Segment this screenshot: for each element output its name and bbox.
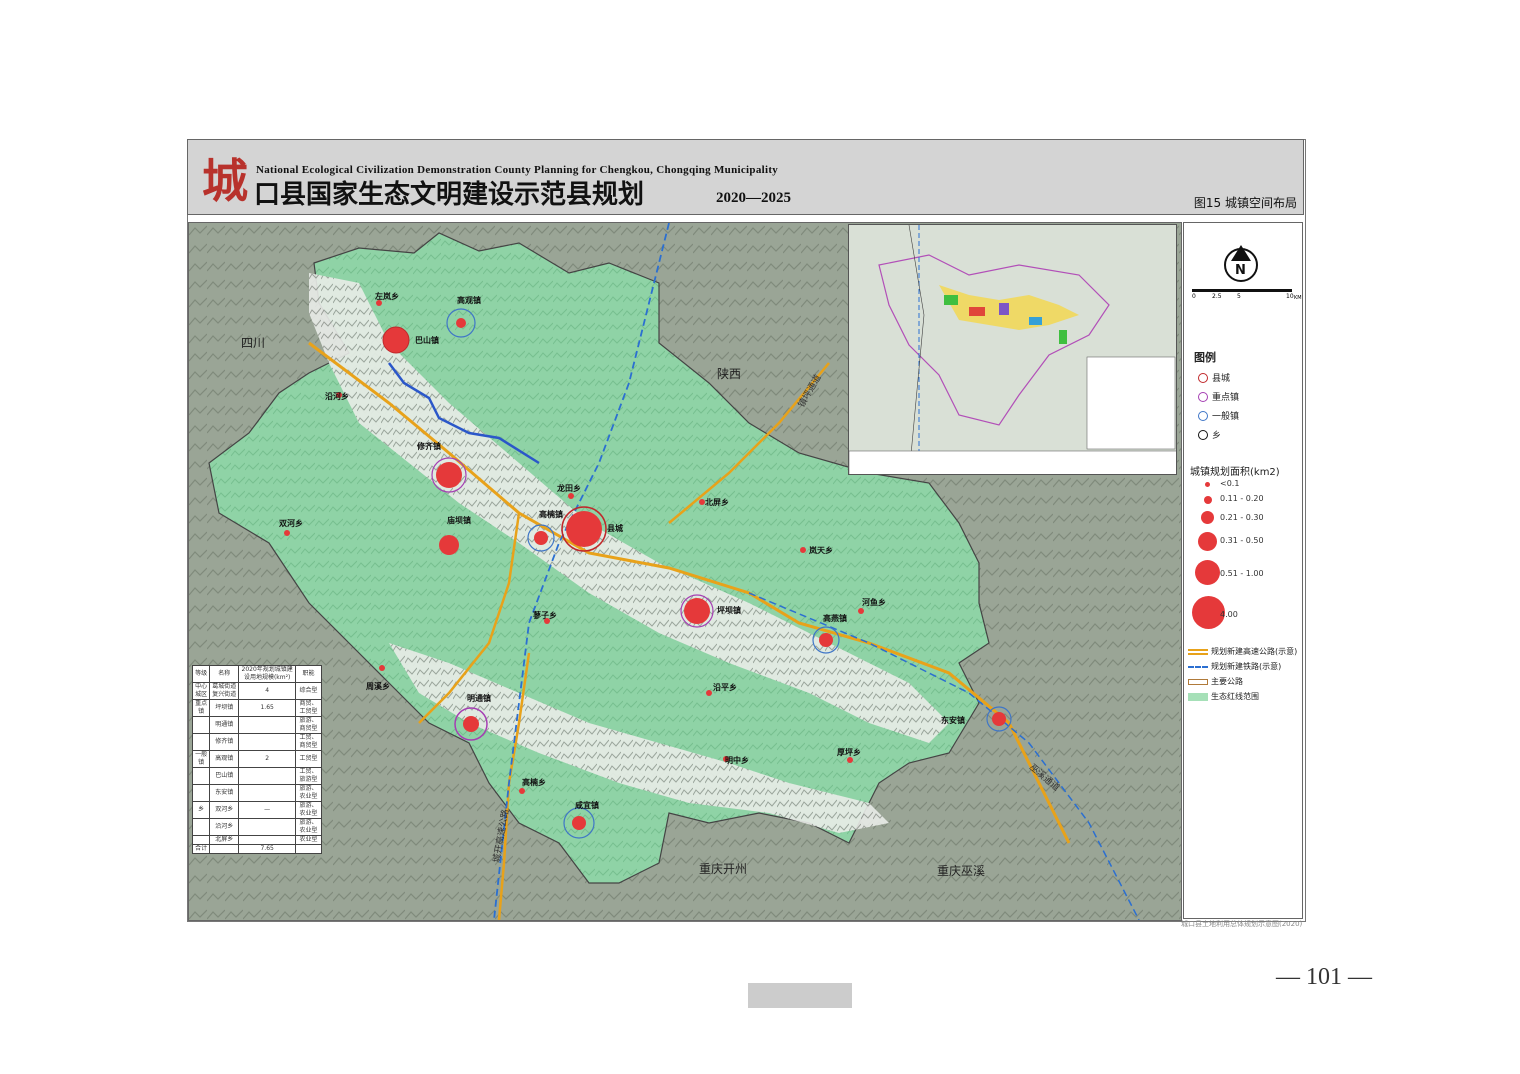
- legend-line-road: 主要公路: [1188, 676, 1243, 687]
- label-houping: 厚坪乡: [837, 747, 861, 757]
- label-gaoyan: 高燕镇: [823, 613, 847, 623]
- label-county-seat: 县城: [607, 523, 623, 533]
- table-row: 东安镇 旅游、农业型: [191, 784, 323, 802]
- table-row: 修齐镇 工贸、商贸型: [191, 733, 323, 751]
- label-yanping: 沿平乡: [713, 682, 737, 692]
- town-gaoguan-dot: [456, 318, 466, 328]
- label-shuanghe: 双河乡: [279, 518, 303, 528]
- figure-label: 图15 城镇空间布局: [1193, 196, 1297, 210]
- label-mingtong: 明通镇: [467, 693, 491, 703]
- label-longtian: 龙田乡: [556, 483, 581, 493]
- label-gaonan-xiang: 高楠乡: [522, 777, 546, 787]
- legend-line-railway: 规划新建铁路(示意): [1188, 661, 1281, 672]
- legend-line-highway: 规划新建高速公路(示意): [1188, 646, 1297, 657]
- legend-area-title: 城镇规划面积(km2): [1190, 467, 1280, 478]
- label-xiuqi: 修齐镇: [416, 441, 441, 451]
- title-chinese: 口县国家生态文明建设示范县规划: [254, 180, 645, 210]
- town-xianyi-dot: [572, 816, 586, 830]
- label-zhouxi: 周溪乡: [366, 681, 390, 691]
- table-row: 巴山镇 工贸、旅游型: [191, 767, 323, 785]
- town-miaoba-dot: [439, 535, 459, 555]
- legend-county: 县城: [1198, 371, 1230, 384]
- county-seat-dot: [566, 511, 602, 547]
- label-gaoguan: 高观镇: [457, 295, 481, 305]
- table-row: 明通镇 旅游、商贸型: [191, 716, 323, 734]
- footer-bar: [748, 983, 852, 1008]
- label-zuolan: 左岚乡: [374, 291, 399, 301]
- legend-general-town: 一般镇: [1198, 409, 1239, 422]
- table-row: 乡双河乡 — 旅游、农业型: [191, 801, 323, 819]
- label-beiping: 北屏乡: [705, 497, 729, 507]
- town-xiuqi-dot: [436, 462, 462, 488]
- label-heyu: 河鱼乡: [862, 597, 886, 607]
- neighbor-wuxi: 重庆巫溪: [937, 864, 985, 878]
- legend-key-town: 重点镇: [1198, 390, 1239, 403]
- label-lantian: 岚天乡: [809, 545, 833, 555]
- svg-text:N: N: [1235, 263, 1246, 278]
- neighbor-sichuan: 四川: [241, 336, 265, 350]
- page-number: — 101 —: [1276, 964, 1372, 990]
- town-statistics-table: 等级 名称 2020年规划城镇建设用地规模(km²) 职能 中心城区 葛城街道 复…: [191, 665, 323, 854]
- label-mingzhong: 明中乡: [725, 755, 749, 765]
- town-gaoyan-dot: [819, 633, 833, 647]
- label-xianyi: 咸宜镇: [575, 800, 599, 810]
- town-gaonan-dot: [534, 531, 548, 545]
- source-note: 城口县土地利用总体规划示意图(2020): [1181, 920, 1303, 928]
- table-row: 重点镇 坪坝镇 1.65 商贸、工贸型: [191, 699, 323, 717]
- label-dongan: 东安镇: [941, 715, 965, 725]
- title-english: National Ecological Civilization Demonst…: [256, 164, 779, 176]
- table-row: 一般镇 高观镇 2 工贸型: [191, 750, 323, 768]
- label-gaonan: 高楠镇: [539, 509, 563, 519]
- legend-area-5: 0.51 - 1.00: [1184, 559, 1304, 599]
- title-years: 2020—2025: [716, 190, 791, 206]
- legend-panel: N 0 2.5 5 10 KM 图例 县城 重点镇 一般镇 乡 城镇规划面积(k…: [1183, 222, 1303, 919]
- table-row: 中心城区 葛城街道 复兴街道 4 综合型: [191, 682, 323, 700]
- town-dongan-dot: [992, 712, 1006, 726]
- legend-title: 图例: [1194, 351, 1216, 364]
- scale-bar: 0 2.5 5 10 KM: [1190, 287, 1302, 307]
- table-row: 沿河乡 旅游、农业型: [191, 818, 323, 836]
- table-row: 合计 7.65: [191, 844, 323, 854]
- legend-eco-redline: 生态红线范围: [1188, 691, 1259, 702]
- north-arrow-icon: N: [1224, 245, 1258, 282]
- town-bashan-dot: [382, 326, 410, 354]
- legend-area-6: 4.00: [1184, 596, 1304, 636]
- label-bashan: 巴山镇: [415, 335, 439, 345]
- label-yanhe: 沿河乡: [325, 391, 349, 401]
- inset-map-county-seat: [848, 224, 1177, 475]
- neighbor-shaanxi: 陕西: [717, 366, 741, 381]
- neighbor-kaizhou: 重庆开州: [699, 862, 747, 876]
- table-row: 北屏乡 农业型: [191, 835, 323, 845]
- title-initial-char: 城: [202, 154, 248, 208]
- label-miaoba: 庙坝镇: [447, 515, 471, 525]
- title-banner: 城 National Ecological Civilization Demon…: [187, 139, 1304, 215]
- legend-xiang: 乡: [1198, 428, 1221, 441]
- label-liaozi: 蓼子乡: [532, 610, 557, 620]
- town-pingba-dot: [684, 598, 710, 624]
- town-mingtong-dot: [463, 716, 479, 732]
- label-pingba: 坪坝镇: [717, 605, 741, 615]
